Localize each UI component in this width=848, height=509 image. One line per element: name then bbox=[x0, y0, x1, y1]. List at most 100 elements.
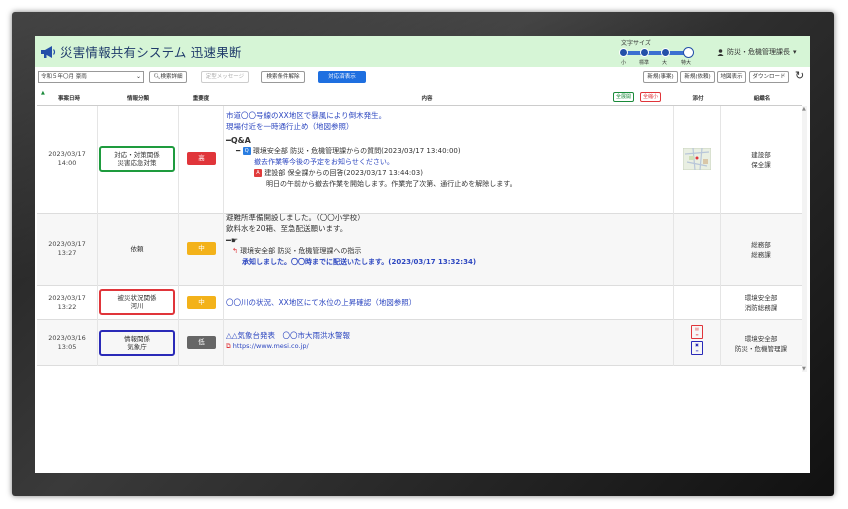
pdf-document-icon[interactable]: ▤ ≡ bbox=[691, 325, 703, 339]
column-header-category[interactable]: 情報分類 bbox=[103, 94, 173, 102]
importance-badge: 高 bbox=[187, 152, 216, 165]
row-date-day: 2023/03/16 bbox=[48, 334, 86, 342]
instruction-response: 承知しました。〇〇時までに配送いたします。(2023/03/17 13:32:3… bbox=[242, 258, 477, 266]
period-select[interactable]: 令和５年〇月 豪雨 ⌄ bbox=[38, 71, 144, 83]
image-document-icon[interactable]: ▣ ≡ bbox=[691, 341, 703, 355]
scroll-down-icon[interactable]: ▼ bbox=[802, 366, 806, 372]
section-name: 総務課 bbox=[751, 251, 771, 259]
font-size-slider-track[interactable] bbox=[620, 51, 686, 55]
column-divider bbox=[223, 320, 224, 366]
attachment-cell bbox=[675, 148, 719, 170]
incident-text-line1[interactable]: 〇〇川の状況、XX地区にて水位の上昇確認（地図参照） bbox=[226, 297, 672, 308]
department-cell: 建設部 保全課 bbox=[721, 150, 801, 170]
collapse-all-button[interactable]: 全縮小 bbox=[640, 92, 662, 102]
instruction-toggle[interactable]: ━☛ bbox=[226, 235, 672, 246]
incident-text-line1: 避難所準備開設しました。（〇〇小学校） bbox=[226, 214, 365, 222]
row-content: 市道〇〇号線のXX地区で暴風により倒木発生。 現場付近を一時通行止め（地図参照）… bbox=[226, 110, 672, 190]
megaphone-icon bbox=[41, 45, 56, 58]
map-view-button[interactable]: 地図表示 bbox=[717, 71, 746, 83]
table-row[interactable]: 2023/03/16 13:05 情報関係 気象庁 低 △△気象台発表 〇〇市大… bbox=[37, 320, 802, 366]
table-row[interactable]: 2023/03/17 14:00 対応・対策関係 災害応急対策 高 市道〇〇号線… bbox=[37, 106, 802, 214]
show-in-progress-toggle[interactable]: 対応済表示 bbox=[318, 71, 366, 83]
incident-text-line1[interactable]: 市道〇〇号線のXX地区で暴風により倒木発生。 bbox=[226, 110, 672, 121]
incident-text-line2[interactable]: 現場付近を一時通行止め（地図参照） bbox=[226, 121, 672, 132]
instruction-to: 環境安全部 防災・危機管理課への指示 bbox=[240, 247, 362, 255]
app-title: 災害情報共有システム 迅速果断 bbox=[60, 45, 242, 60]
clear-conditions-button[interactable]: 検索条件解除 bbox=[261, 71, 305, 83]
font-size-stop-standard[interactable] bbox=[640, 48, 649, 57]
row-date: 2023/03/17 13:22 bbox=[41, 294, 93, 312]
external-link-url: https://www.mesi.co.jp/ bbox=[232, 342, 309, 350]
font-size-stop-large[interactable] bbox=[661, 48, 670, 57]
template-messages-button[interactable]: 定型メッセージ bbox=[201, 71, 249, 83]
instruction-header: ↰ 環境安全部 防災・危機管理課への指示 bbox=[226, 246, 672, 257]
search-detail-button[interactable]: 🔍︎検索詳細 bbox=[149, 71, 187, 83]
font-size-option-small: 小 bbox=[621, 60, 627, 66]
row-date-time: 13:05 bbox=[57, 343, 77, 351]
map-thumbnail-icon[interactable] bbox=[683, 148, 711, 170]
column-divider bbox=[97, 320, 98, 366]
font-size-control: 文字サイズ 小 標準 大 特大 bbox=[615, 38, 707, 66]
column-divider bbox=[97, 106, 98, 214]
category-badge: 情報関係 気象庁 bbox=[99, 330, 175, 356]
column-divider bbox=[178, 214, 179, 286]
new-incident-button[interactable]: 新規(事案) bbox=[643, 71, 678, 83]
row-date: 2023/03/17 13:27 bbox=[41, 240, 93, 258]
answer-body: 明日の午前から撤去作業を開始します。作業完了次第、通行止めを解除します。 bbox=[266, 180, 517, 188]
qa-section-toggle[interactable]: ━Q&A bbox=[226, 135, 672, 146]
font-size-label: 文字サイズ bbox=[621, 40, 651, 47]
question-header[interactable]: ━ Q 環境安全部 防災・危機管理課からの質問(2023/03/17 13:40… bbox=[226, 146, 672, 157]
row-date-time: 14:00 bbox=[57, 159, 77, 167]
importance-badge: 中 bbox=[187, 296, 216, 309]
refresh-icon[interactable]: ↻ bbox=[795, 69, 804, 82]
row-date-day: 2023/03/17 bbox=[48, 240, 86, 248]
external-link[interactable]: ⧉ https://www.mesi.co.jp/ bbox=[226, 341, 672, 352]
column-divider bbox=[223, 106, 224, 214]
incident-text-line1[interactable]: △△気象台発表 〇〇市大雨洪水警報 bbox=[226, 330, 672, 341]
department-name: 環境安全部 bbox=[744, 335, 778, 343]
category-badge: 依頼 bbox=[99, 245, 175, 253]
external-link-icon: ⧉ bbox=[226, 342, 231, 350]
category-badge: 対応・対策関係 災害応急対策 bbox=[99, 146, 175, 172]
column-header-importance[interactable]: 重要度 bbox=[185, 94, 217, 102]
column-divider bbox=[673, 214, 674, 286]
importance-badge: 中 bbox=[187, 242, 216, 255]
font-size-option-standard: 標準 bbox=[639, 60, 650, 66]
column-header-content[interactable]: 内容 bbox=[407, 94, 447, 102]
incident-table: ▲ 事案日時 情報分類 重要度 内容 全展開 全縮小 添付 組織名 2023/0… bbox=[37, 90, 802, 366]
category-sub: 災害応急対策 bbox=[117, 159, 157, 167]
column-divider bbox=[178, 286, 179, 320]
question-body: 撤去作業等今後の予定をお知らせください。 bbox=[254, 158, 394, 166]
department-cell: 環境安全部 消防総務課 bbox=[721, 293, 801, 313]
chevron-down-icon: ▾ bbox=[793, 48, 797, 56]
user-menu[interactable]: 防災・危機管理課長 ▾ bbox=[717, 47, 797, 57]
column-divider bbox=[97, 286, 98, 320]
expand-all-button[interactable]: 全展開 bbox=[613, 92, 635, 102]
attachment-cell: ▤ ≡ ▣ ≡ bbox=[675, 325, 719, 357]
section-name: 防災・危機管理課 bbox=[735, 345, 787, 353]
section-name: 消防総務課 bbox=[744, 304, 778, 312]
row-date-day: 2023/03/17 bbox=[48, 150, 86, 158]
new-contact-button[interactable]: 新規(依頼) bbox=[680, 71, 715, 83]
table-scrollbar[interactable] bbox=[802, 106, 807, 372]
font-size-slider-handle[interactable] bbox=[683, 47, 694, 58]
table-row[interactable]: 2023/03/17 13:22 被災状況関係 河川 中 〇〇川の状況、XX地区… bbox=[37, 286, 802, 320]
column-header-date[interactable]: 事案日時 bbox=[45, 94, 93, 102]
answer-from: 建設部 保全課からの回答(2023/03/17 13:44:03) bbox=[264, 169, 423, 177]
column-header-attachment[interactable]: 添付 bbox=[683, 94, 713, 102]
column-header-department[interactable]: 組織名 bbox=[737, 94, 787, 102]
font-size-stop-small[interactable] bbox=[619, 48, 628, 57]
download-button[interactable]: ダウンロード bbox=[749, 71, 789, 83]
section-name: 保全課 bbox=[751, 161, 771, 169]
collapse-icon: ━ bbox=[236, 147, 243, 155]
table-row[interactable]: 2023/03/17 13:27 依頼 中 避難所準備開設しました。（〇〇小学校… bbox=[37, 214, 802, 286]
question-icon: Q bbox=[242, 147, 251, 155]
category-badge: 被災状況関係 河川 bbox=[99, 289, 175, 315]
column-divider bbox=[673, 106, 674, 214]
column-divider bbox=[97, 214, 98, 286]
row-date-time: 13:27 bbox=[57, 249, 77, 257]
user-name: 防災・危機管理課長 bbox=[727, 48, 790, 56]
scroll-up-icon[interactable]: ▲ bbox=[802, 106, 806, 112]
column-divider bbox=[673, 320, 674, 366]
app-header: 災害情報共有システム 迅速果断 文字サイズ 小 標準 大 特大 防災・危機管理課… bbox=[35, 36, 810, 67]
